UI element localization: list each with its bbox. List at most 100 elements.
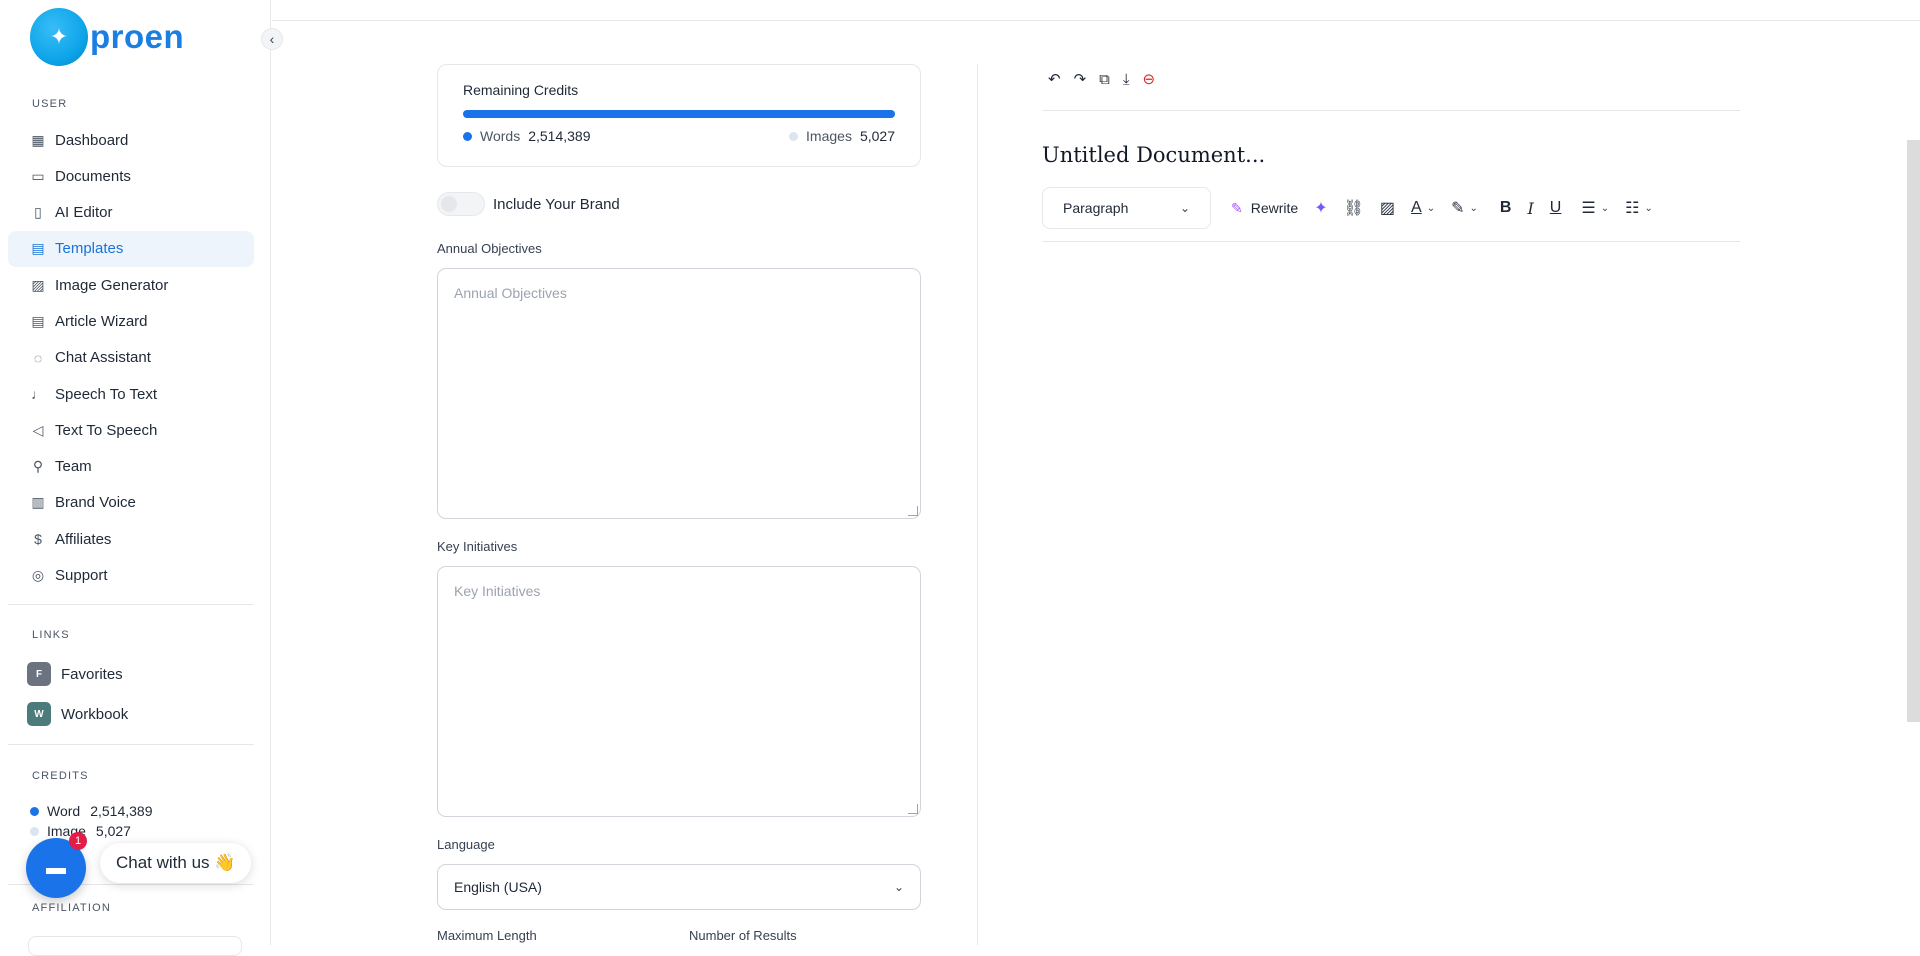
words-dot-icon [463,132,472,141]
sidebar-item-label: AI Editor [55,204,113,222]
redo-icon[interactable]: ↷ [1074,70,1087,88]
highlight-icon[interactable]: ✎ ⌄ [1451,198,1478,218]
chevron-down-icon: ⌄ [1644,202,1653,214]
resize-handle-icon[interactable] [908,804,918,814]
word-dot-icon [30,806,39,816]
format-toolbar: Paragraph ⌄ ✎ Rewrite ✦ ⛓ ▨ A ⌄ ✎ ⌄ B I U … [1042,187,1740,229]
link-workbook[interactable]: W Workbook [27,702,128,726]
sidebar-item-article-wizard[interactable]: ▤ Article Wizard [8,303,254,339]
file-text-icon: ▤ [31,240,45,257]
bullet-list-icon[interactable]: ☰ ⌄ [1581,198,1609,218]
link-label: Favorites [61,665,123,683]
sidebar-item-label: Affiliates [55,530,112,548]
workbook-badge: W [27,702,51,726]
sidebar-item-documents[interactable]: ▭ Documents [8,158,254,194]
chevron-down-icon: ⌄ [893,880,904,894]
pencil-icon: ✎ [1231,199,1243,216]
text-color-icon[interactable]: A ⌄ [1411,199,1435,217]
template-form: Remaining Credits Words 2,514,389 Images 5… [437,64,921,943]
sparkle-logo-icon: ✦ [30,8,88,66]
link-favorites[interactable]: F Favorites [27,662,123,686]
sidebar-item-templates[interactable]: ▤ Templates [8,230,254,267]
key-initiatives-field[interactable]: Key Initiatives [437,566,921,817]
chevron-down-icon: ⌄ [1426,202,1436,214]
link-label: Workbook [61,705,129,723]
annual-objectives-placeholder: Annual Objectives [454,285,567,301]
sidebar-item-label: Dashboard [55,131,129,149]
include-brand-label: Include Your Brand [493,195,620,213]
sidebar-item-speech-to-text[interactable]: ♩ Speech To Text [8,376,254,412]
include-brand-row: Include Your Brand [437,192,921,216]
file-edit-icon: ▤ [31,312,45,329]
sidebar-item-team[interactable]: ⚲ Team [8,449,254,485]
italic-icon[interactable]: I [1527,199,1533,218]
section-affiliation-label: AFFILIATION [32,902,112,914]
credits-words-value: 2,514,389 [528,128,591,144]
document-title[interactable]: Untitled Document... [1042,143,1740,167]
brand-logo[interactable]: ✦ proen [30,8,184,66]
sidebar-divider [8,604,254,605]
credits-progress-bar [463,110,895,118]
sidebar-item-label: Chat Assistant [55,349,151,367]
undo-icon[interactable]: ↶ [1048,70,1061,88]
credits-images: Images 5,027 [789,128,895,144]
sidebar-item-image-generator[interactable]: ▨ Image Generator [8,267,254,303]
rewrite-button[interactable]: ✎ Rewrite [1231,200,1298,217]
credits-card-title: Remaining Credits [463,82,579,98]
microphone-icon: ♩ [31,386,45,403]
ai-sparkle-icon[interactable]: ✦ [1314,198,1327,218]
annual-objectives-field[interactable]: Annual Objectives [437,268,921,519]
credits-images-value: 5,027 [859,128,895,144]
credits-words-label: Words [480,128,521,144]
lifebuoy-icon: ◎ [31,567,45,584]
language-value: English (USA) [454,879,542,895]
copy-icon[interactable]: ⧉ [1099,71,1110,88]
language-label: Language [437,837,495,852]
paragraph-select[interactable]: Paragraph ⌄ [1042,187,1211,229]
numbered-list-icon[interactable]: ☷ ⌄ [1625,198,1653,218]
chat-with-us-pill[interactable]: Chat with us 👋 [100,843,252,883]
credit-word-label: Word [47,803,81,819]
sidebar-item-support[interactable]: ◎ Support [8,558,254,594]
underline-icon[interactable]: U [1550,199,1562,217]
scrollbar[interactable] [1907,140,1920,722]
bold-icon[interactable]: B [1500,199,1512,217]
chat-bubble-icon: ◌ [33,349,43,366]
language-select[interactable]: English (USA) ⌄ [437,864,921,910]
sidebar-item-chat-assistant[interactable]: ◌ Chat Assistant [8,340,254,376]
sidebar-item-label: Templates [55,240,124,258]
resize-handle-icon[interactable] [908,506,918,516]
link-icon[interactable]: ⛓ [1344,198,1364,218]
section-links-label: LINKS [32,629,70,641]
sidebar-item-label: Article Wizard [55,312,148,330]
sidebar-item-affiliates[interactable]: $ Affiliates [8,521,254,557]
sidebar-item-label: Support [55,567,108,585]
chat-icon: ▬ [46,856,66,879]
key-initiatives-label: Key Initiatives [437,539,518,554]
delete-icon[interactable]: ⊖ [1143,70,1156,88]
images-dot-icon [789,132,799,141]
remaining-credits-card: Remaining Credits Words 2,514,389 Images 5… [437,64,921,167]
include-brand-toggle[interactable] [437,192,485,216]
sidebar-item-label: Brand Voice [55,494,136,512]
download-icon[interactable]: ⤓ [1123,71,1130,88]
image-icon: ▨ [31,276,45,293]
number-of-results-label: Number of Results [689,928,797,943]
dollar-icon: $ [34,531,42,548]
sidebar-item-label: Text To Speech [55,421,158,439]
credit-word-row: Word 2,514,389 [30,803,153,819]
sidebar-item-brand-voice[interactable]: ▥ Brand Voice [8,485,254,521]
key-initiatives-placeholder: Key Initiatives [454,583,541,599]
sidebar-item-dashboard[interactable]: ▦ Dashboard [8,122,254,158]
sidebar-item-ai-editor[interactable]: ▯ AI Editor [8,195,254,231]
toolbar-separator [1042,241,1740,242]
image-icon[interactable]: ▨ [1380,198,1395,218]
document-editor: ↶ ↷ ⧉ ⤓ ⊖ Untitled Document... Paragraph… [1042,64,1740,242]
affiliation-box[interactable] [28,936,242,956]
favorites-badge: F [27,662,51,686]
sidebar-item-text-to-speech[interactable]: ◁ Text To Speech [8,412,254,448]
chevron-left-icon[interactable]: ‹ [261,28,283,50]
credits-images-label: Images [806,128,852,144]
top-border [272,20,1920,21]
editor-actions: ↶ ↷ ⧉ ⤓ ⊖ [1042,64,1740,94]
